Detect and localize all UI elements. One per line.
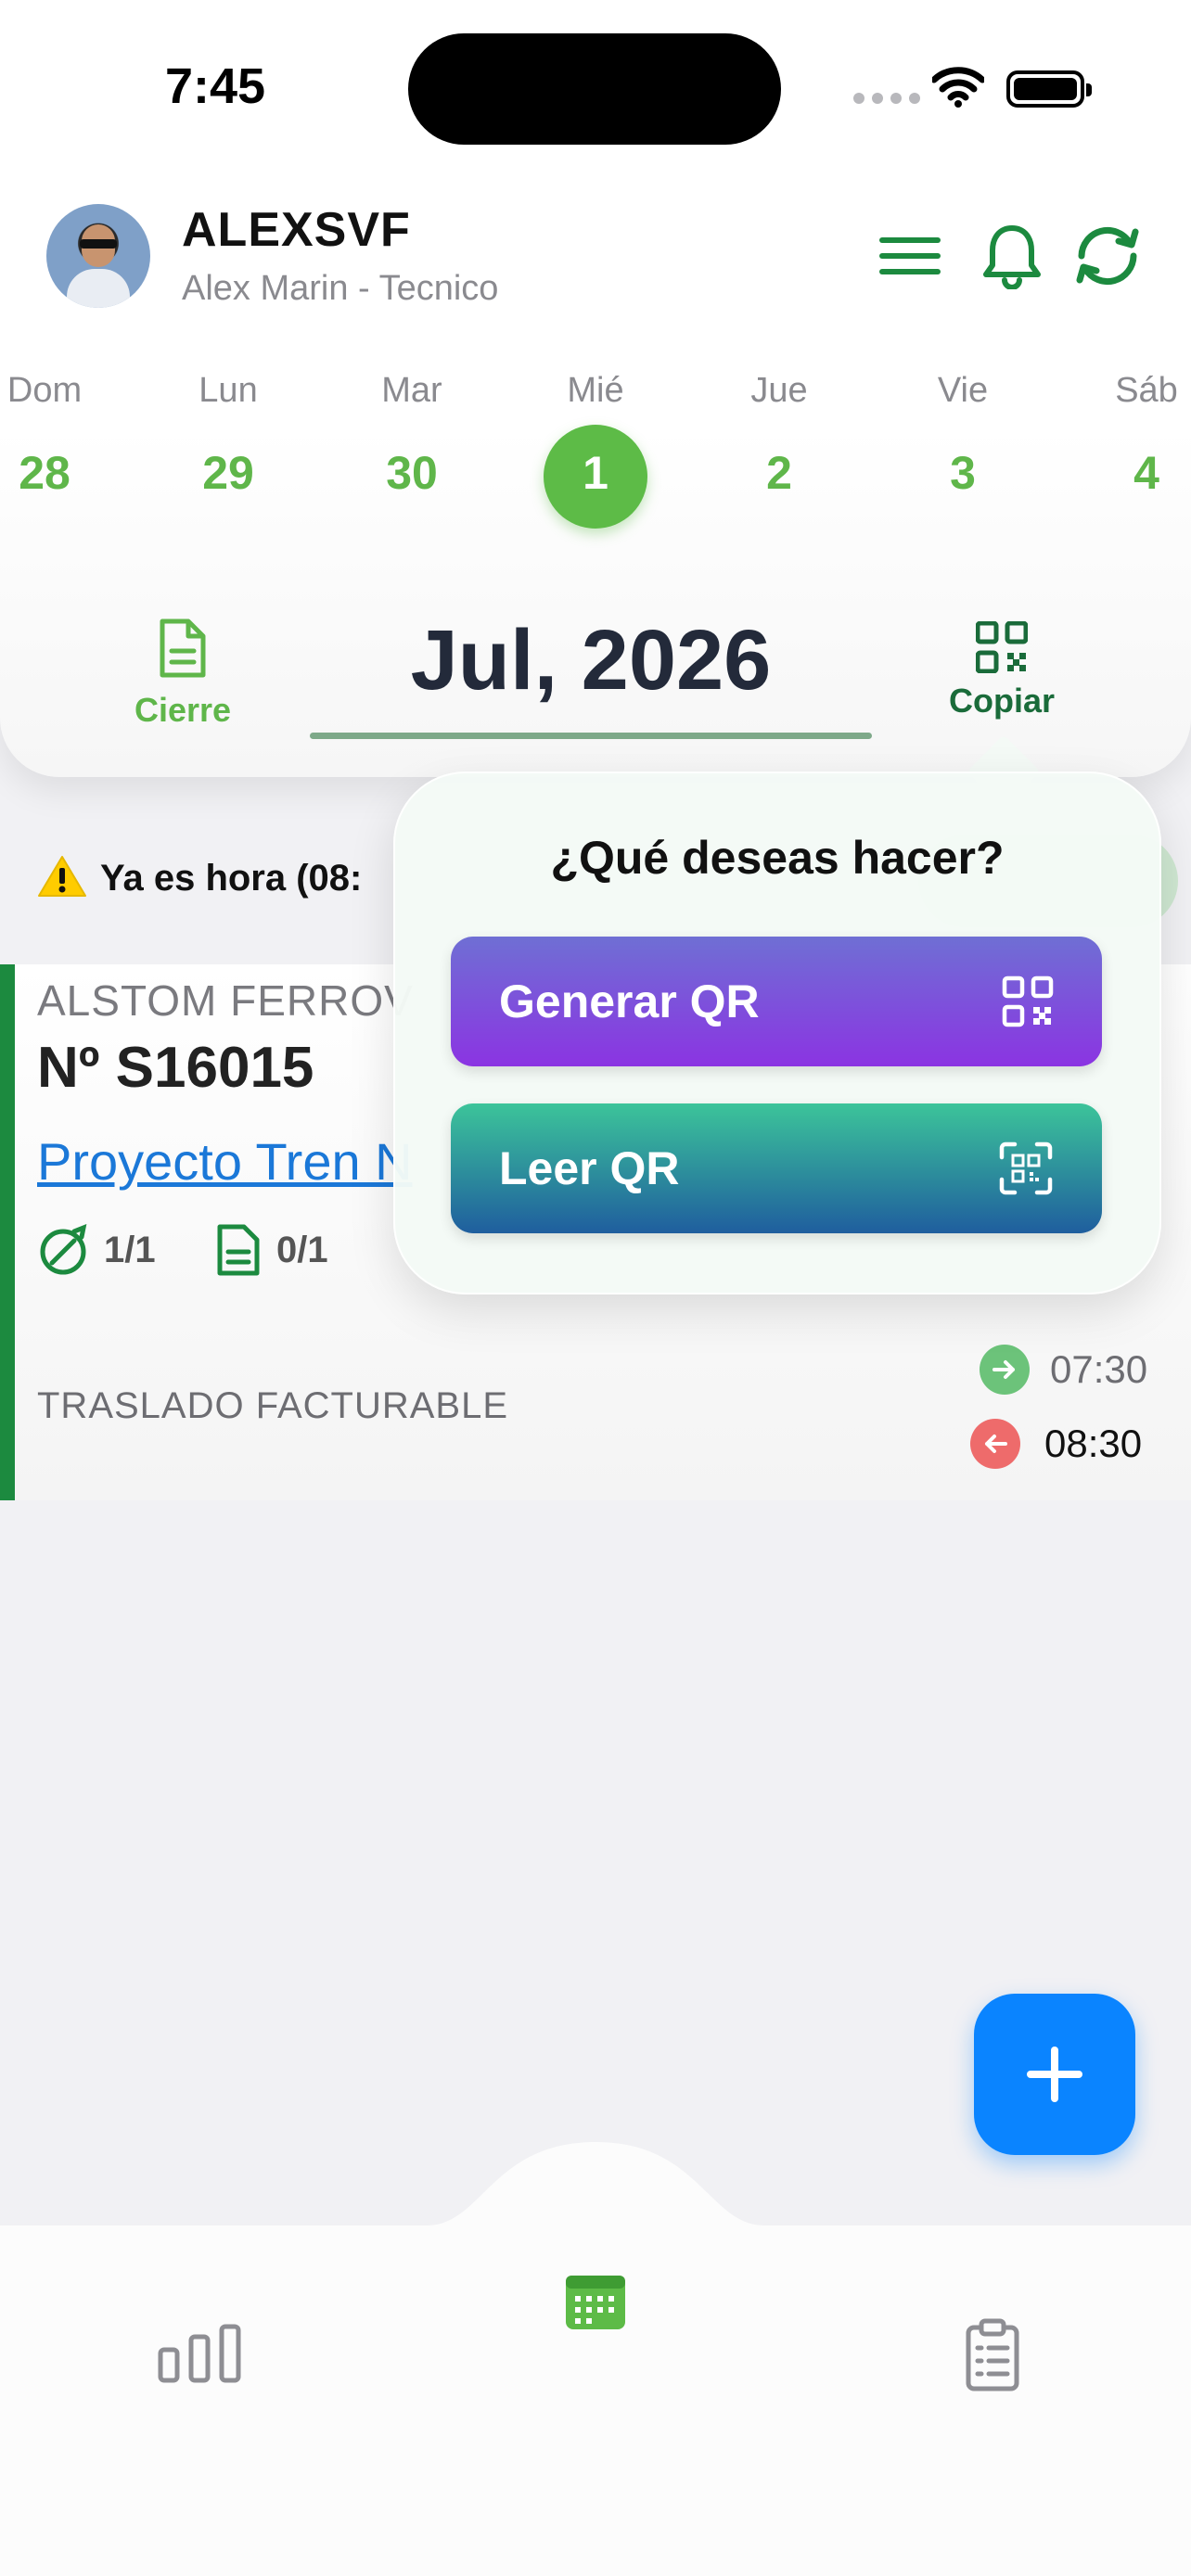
- end-time: 08:30: [970, 1419, 1142, 1469]
- arrow-left-icon: [970, 1419, 1020, 1469]
- arrow-right-icon: [980, 1345, 1030, 1395]
- battery-icon: [1006, 70, 1092, 108]
- qr-scan-icon: [999, 1141, 1053, 1195]
- generate-qr-label: Generar QR: [499, 976, 760, 1027]
- menu-icon[interactable]: [879, 237, 941, 279]
- document-icon: [217, 1224, 260, 1276]
- day-name: Vie: [937, 371, 989, 410]
- day-number: 1: [583, 447, 608, 499]
- day-number: 4: [1133, 447, 1159, 499]
- stat-tasks: 1/1: [37, 1224, 156, 1276]
- day-name: Sáb: [1115, 371, 1178, 410]
- wifi-icon: [930, 67, 986, 112]
- warning-banner: Ya es hora (08:: [37, 855, 436, 899]
- copy-label: Copiar: [948, 682, 1055, 720]
- day-number: 2: [766, 447, 792, 499]
- day-number: 30: [386, 447, 438, 499]
- qr-code-icon: [975, 620, 1029, 674]
- tab-tasks[interactable]: [965, 2318, 1020, 2397]
- plus-icon: [1027, 2047, 1082, 2102]
- day-name: Jue: [750, 371, 808, 410]
- month-title[interactable]: Jul, 2026: [310, 612, 872, 709]
- project-link[interactable]: Proyecto Tren N: [37, 1131, 413, 1192]
- bar-chart-icon: [158, 2324, 241, 2383]
- read-qr-button[interactable]: Leer QR: [451, 1103, 1102, 1233]
- bell-icon[interactable]: [981, 223, 1043, 294]
- tab-calendar[interactable]: [564, 2274, 627, 2336]
- compass-icon: [40, 1224, 87, 1275]
- job-type: TRASLADO FACTURABLE: [37, 1385, 509, 1426]
- avatar[interactable]: [46, 204, 150, 308]
- sync-icon[interactable]: [1070, 219, 1145, 298]
- end-time-value: 08:30: [1044, 1422, 1143, 1465]
- day-name: Mar: [381, 371, 442, 410]
- close-day-button[interactable]: Cierre: [132, 618, 234, 730]
- day-sun[interactable]: Dom 28: [0, 371, 100, 500]
- start-time: 07:30: [980, 1345, 1147, 1395]
- month-underline: [310, 733, 872, 739]
- day-name: Mié: [567, 371, 624, 410]
- dynamic-island: [408, 33, 781, 145]
- day-name: Lun: [198, 371, 258, 410]
- day-name: Dom: [6, 371, 83, 410]
- day-sat[interactable]: Sáb 4: [1091, 371, 1191, 500]
- calendar-icon: [566, 2276, 625, 2329]
- generate-qr-button[interactable]: Generar QR: [451, 937, 1102, 1066]
- add-button[interactable]: [974, 1994, 1135, 2155]
- stat-value: 1/1: [104, 1229, 156, 1270]
- job-number: Nº S16015: [37, 1036, 314, 1100]
- cellular-signal-icon: [853, 93, 920, 104]
- day-number: 28: [19, 447, 70, 499]
- stat-documents: 0/1: [215, 1224, 328, 1276]
- day-wed[interactable]: Mié 1: [540, 371, 651, 500]
- day-tue[interactable]: Mar 30: [356, 371, 467, 500]
- client-name: ALSTOM FERROV: [37, 976, 414, 1025]
- tab-stats[interactable]: [158, 2324, 241, 2388]
- stat-value: 0/1: [276, 1229, 328, 1270]
- warning-text: Ya es hora (08:: [100, 858, 363, 899]
- copy-button[interactable]: Copiar: [937, 620, 1067, 721]
- document-icon: [160, 618, 206, 678]
- warning-icon: [37, 855, 87, 899]
- day-number: 29: [202, 447, 254, 499]
- day-number: 3: [950, 447, 976, 499]
- user-role: Alex Marin - Tecnico: [182, 269, 499, 308]
- qr-code-icon: [1002, 976, 1054, 1027]
- user-name: ALEXSVF: [182, 203, 411, 257]
- close-day-label: Cierre: [134, 691, 232, 729]
- start-time-value: 07:30: [1050, 1347, 1148, 1391]
- status-time: 7:45: [165, 58, 266, 114]
- popover-title: ¿Qué deseas hacer?: [550, 832, 1005, 884]
- clipboard-icon: [966, 2318, 1019, 2391]
- read-qr-label: Leer QR: [499, 1142, 680, 1194]
- day-mon[interactable]: Lun 29: [173, 371, 284, 500]
- day-fri[interactable]: Vie 3: [907, 371, 1018, 500]
- day-thu[interactable]: Jue 2: [724, 371, 835, 500]
